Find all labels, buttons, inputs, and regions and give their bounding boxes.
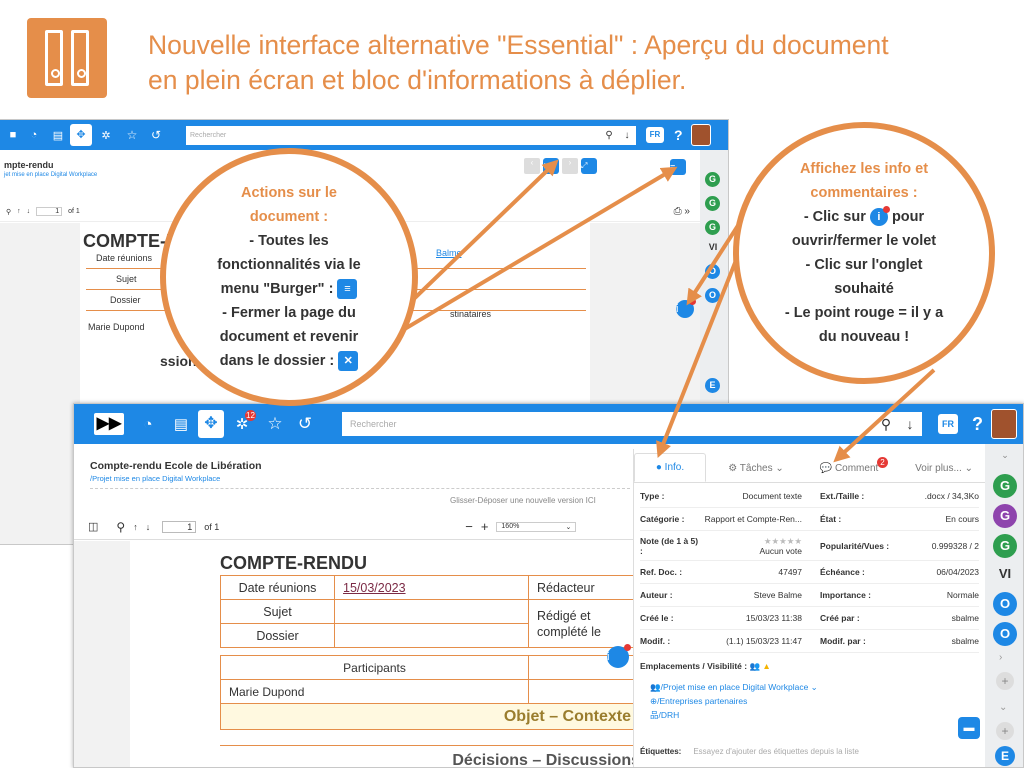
annotation-arrows bbox=[364, 159, 936, 463]
info-icon: i bbox=[869, 206, 890, 227]
burger-icon: ≡ bbox=[337, 279, 358, 300]
close-icon: ✕ bbox=[338, 351, 359, 372]
callout-actions: Actions sur le document : - Toutes les f… bbox=[160, 148, 418, 406]
callout-info: Affichez les info et commentaires : - Cl… bbox=[733, 122, 995, 384]
